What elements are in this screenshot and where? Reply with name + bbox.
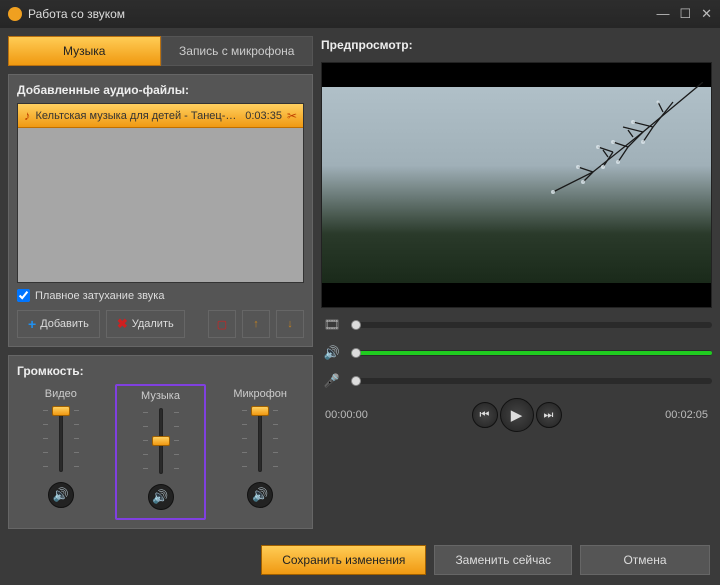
arrow-down-icon: ↓ [287, 318, 293, 330]
speaker-icon: 🔊 [53, 487, 69, 503]
fade-label: Плавное затухание звука [35, 290, 164, 302]
play-icon: ▶ [511, 406, 523, 424]
play-button[interactable]: ▶ [500, 398, 534, 432]
volume-music-label: Музыка [141, 390, 180, 402]
preview-header: Предпросмотр: [321, 36, 712, 56]
volume-video: Видео 🔊 [17, 384, 105, 520]
move-down-button[interactable]: ↓ [276, 310, 304, 338]
arrow-up-icon: ↑ [253, 318, 259, 330]
plus-icon: + [28, 316, 36, 332]
tab-microphone[interactable]: Запись с микрофона [161, 36, 314, 66]
titlebar: Работа со звуком — ☐ ✕ [0, 0, 720, 28]
mic-track: 🎤 [321, 370, 712, 392]
file-name: Кельтская музыка для детей - Танец-Ht... [36, 110, 241, 122]
files-header: Добавленные аудио-файлы: [17, 83, 304, 97]
preview-viewport[interactable] [321, 62, 712, 308]
volume-video-label: Видео [45, 388, 77, 400]
mute-video-button[interactable]: 🔊 [48, 482, 74, 508]
clear-icon: ▢ [217, 318, 227, 331]
bottom-bar: Сохранить изменения Заменить сейчас Отме… [0, 537, 720, 585]
minimize-button[interactable]: — [656, 6, 669, 22]
clear-button[interactable]: ▢ [208, 310, 236, 338]
speaker-icon: 🔊 [152, 489, 168, 505]
audio-track: 🔊 [321, 342, 712, 364]
audio-seekbar[interactable] [351, 350, 712, 356]
x-icon: ✖ [117, 316, 128, 332]
scissors-icon[interactable]: ✂ [287, 109, 297, 123]
volume-mic-label: Микрофон [233, 388, 287, 400]
skip-back-icon: ⏮ [480, 409, 490, 422]
skip-forward-icon: ⏭ [544, 409, 554, 422]
volume-header: Громкость: [17, 364, 304, 378]
film-icon: 🎞 [321, 317, 343, 333]
time-current: 00:00:00 [325, 409, 368, 421]
move-up-button[interactable]: ↑ [242, 310, 270, 338]
replace-button[interactable]: Заменить сейчас [434, 545, 572, 575]
file-duration: 0:03:35 [245, 110, 282, 122]
fade-checkbox[interactable] [17, 289, 30, 302]
volume-mic-slider[interactable] [235, 406, 285, 476]
add-button[interactable]: +Добавить [17, 310, 100, 338]
speaker-icon: 🔊 [321, 345, 343, 361]
file-list[interactable]: ♪ Кельтская музыка для детей - Танец-Ht.… [17, 103, 304, 283]
volume-panel: Громкость: Видео 🔊 Музыка [8, 355, 313, 529]
app-icon [8, 7, 22, 21]
mic-seekbar[interactable] [351, 378, 712, 384]
delete-button[interactable]: ✖Удалить [106, 310, 185, 338]
preview-image [503, 82, 703, 197]
tab-music[interactable]: Музыка [8, 36, 161, 66]
volume-music: Музыка 🔊 [115, 384, 207, 520]
files-panel: Добавленные аудио-файлы: ♪ Кельтская муз… [8, 74, 313, 347]
volume-video-slider[interactable] [36, 406, 86, 476]
time-total: 00:02:05 [665, 409, 708, 421]
mute-mic-button[interactable]: 🔊 [247, 482, 273, 508]
prev-button[interactable]: ⏮ [472, 402, 498, 428]
next-button[interactable]: ⏭ [536, 402, 562, 428]
volume-mic: Микрофон 🔊 [216, 384, 304, 520]
fade-checkbox-row[interactable]: Плавное затухание звука [17, 289, 304, 302]
music-note-icon: ♪ [24, 108, 31, 123]
mute-music-button[interactable]: 🔊 [148, 484, 174, 510]
volume-music-slider[interactable] [136, 408, 186, 478]
close-button[interactable]: ✕ [701, 6, 712, 22]
video-seekbar[interactable] [351, 322, 712, 328]
mic-icon: 🎤 [321, 373, 343, 389]
maximize-button[interactable]: ☐ [679, 6, 691, 22]
save-button[interactable]: Сохранить изменения [261, 545, 426, 575]
tabs: Музыка Запись с микрофона [8, 36, 313, 66]
speaker-icon: 🔊 [252, 487, 268, 503]
file-item[interactable]: ♪ Кельтская музыка для детей - Танец-Ht.… [18, 104, 303, 128]
window-title: Работа со звуком [28, 7, 656, 21]
cancel-button[interactable]: Отмена [580, 545, 710, 575]
video-track: 🎞 [321, 314, 712, 336]
